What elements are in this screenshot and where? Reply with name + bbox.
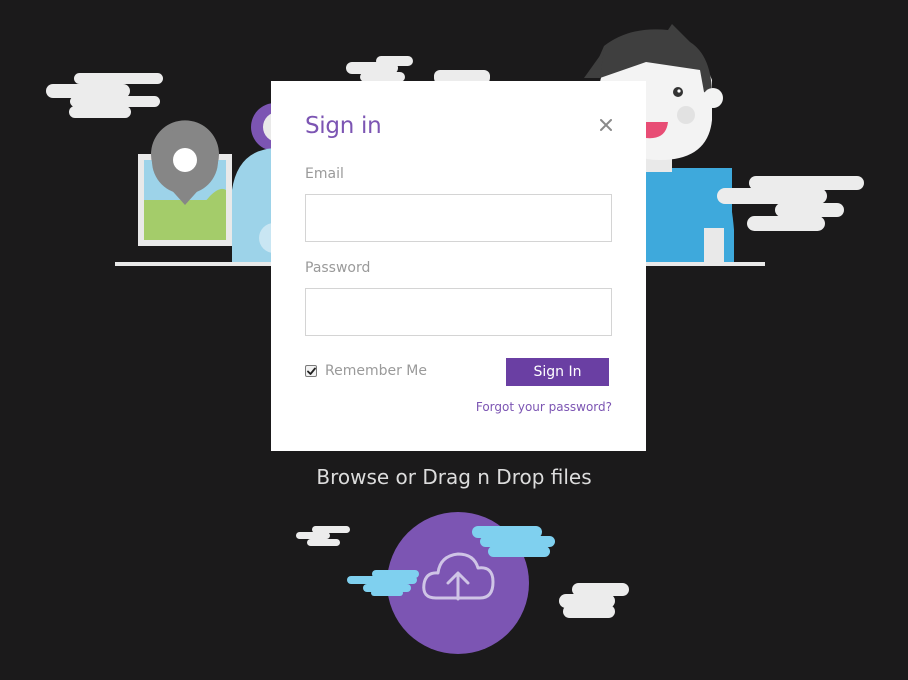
remember-me[interactable]: Remember Me	[305, 363, 427, 379]
signin-modal: Sign in Email Password Remember Me Sign …	[271, 81, 646, 451]
cloud-bottom-right	[559, 583, 629, 618]
cloud-right	[717, 176, 864, 231]
forgot-password-link[interactable]: Forgot your password?	[476, 400, 612, 414]
remember-label: Remember Me	[325, 363, 427, 379]
browse-drop-text[interactable]: Browse or Drag n Drop files	[0, 465, 908, 489]
cloud-top-left	[46, 73, 163, 118]
password-label: Password	[305, 260, 371, 276]
cloud-top-middle	[346, 56, 413, 82]
signin-button[interactable]: Sign In	[506, 358, 609, 386]
modal-title: Sign in	[305, 113, 382, 139]
remember-checkbox[interactable]	[305, 365, 317, 377]
close-icon	[600, 119, 612, 131]
cloud-bottom-left	[296, 526, 350, 546]
email-field[interactable]	[305, 194, 612, 242]
checkmark-icon	[306, 367, 316, 375]
email-label: Email	[305, 166, 344, 182]
password-field[interactable]	[305, 288, 612, 336]
close-button[interactable]	[594, 113, 618, 137]
